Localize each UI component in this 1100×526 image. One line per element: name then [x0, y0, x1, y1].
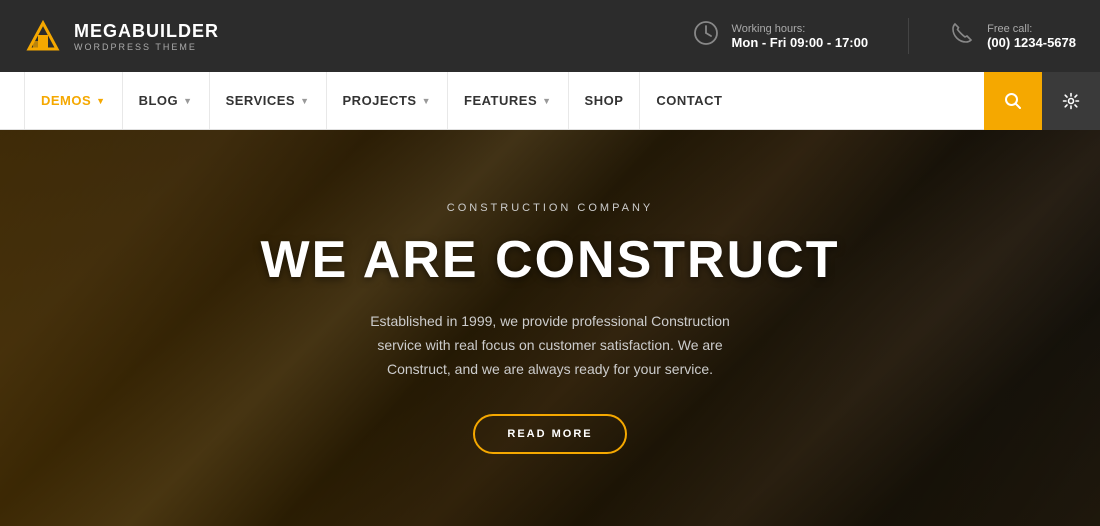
chevron-down-icon: ▼ [300, 96, 309, 106]
hero-content: CONSTRUCTION COMPANY WE ARE CONSTRUCT Es… [0, 130, 1100, 526]
chevron-down-icon: ▼ [96, 96, 105, 106]
phone-label: Free call: [987, 23, 1076, 35]
divider [908, 18, 909, 54]
nav-item-services[interactable]: SERVICES ▼ [210, 72, 327, 129]
working-label: Working hours: [732, 23, 869, 35]
phone-icon [949, 20, 975, 52]
hero-section: CONSTRUCTION COMPANY WE ARE CONSTRUCT Es… [0, 130, 1100, 526]
logo-title: MEGABUILDER [74, 21, 219, 42]
working-value: Mon - Fri 09:00 - 17:00 [732, 35, 869, 50]
nav-items: DEMOS ▼ BLOG ▼ SERVICES ▼ PROJECTS ▼ FEA… [24, 72, 984, 129]
phone-info: Free call: (00) 1234-5678 [949, 20, 1076, 52]
nav-bar: DEMOS ▼ BLOG ▼ SERVICES ▼ PROJECTS ▼ FEA… [0, 72, 1100, 130]
nav-item-projects[interactable]: PROJECTS ▼ [327, 72, 449, 129]
nav-item-features[interactable]: FEATURES ▼ [448, 72, 569, 129]
chevron-down-icon: ▼ [422, 96, 431, 106]
phone-text: Free call: (00) 1234-5678 [987, 23, 1076, 50]
logo-subtitle: WORDPRESS THEME [74, 42, 219, 52]
top-bar-right: Working hours: Mon - Fri 09:00 - 17:00 F… [692, 18, 1076, 54]
clock-icon [692, 19, 720, 53]
nav-item-shop[interactable]: SHOP [569, 72, 641, 129]
hero-title: WE ARE CONSTRUCT [261, 230, 840, 290]
top-bar: MEGABUILDER WORDPRESS THEME Working hour… [0, 0, 1100, 72]
hero-eyebrow: CONSTRUCTION COMPANY [447, 202, 653, 214]
working-hours-info: Working hours: Mon - Fri 09:00 - 17:00 [692, 19, 869, 53]
chevron-down-icon: ▼ [183, 96, 192, 106]
working-hours-text: Working hours: Mon - Fri 09:00 - 17:00 [732, 23, 869, 50]
logo-area: MEGABUILDER WORDPRESS THEME [24, 17, 692, 55]
chevron-down-icon: ▼ [542, 96, 551, 106]
search-button[interactable] [984, 72, 1042, 130]
logo-icon [24, 17, 62, 55]
nav-item-contact[interactable]: CONTACT [640, 72, 738, 129]
settings-button[interactable] [1042, 72, 1100, 130]
phone-value: (00) 1234-5678 [987, 35, 1076, 50]
hero-description: Established in 1999, we provide professi… [350, 310, 750, 381]
nav-item-blog[interactable]: BLOG ▼ [123, 72, 210, 129]
nav-item-demos[interactable]: DEMOS ▼ [24, 72, 123, 129]
logo-text: MEGABUILDER WORDPRESS THEME [74, 21, 219, 52]
hero-read-more-button[interactable]: READ MORE [473, 414, 626, 454]
